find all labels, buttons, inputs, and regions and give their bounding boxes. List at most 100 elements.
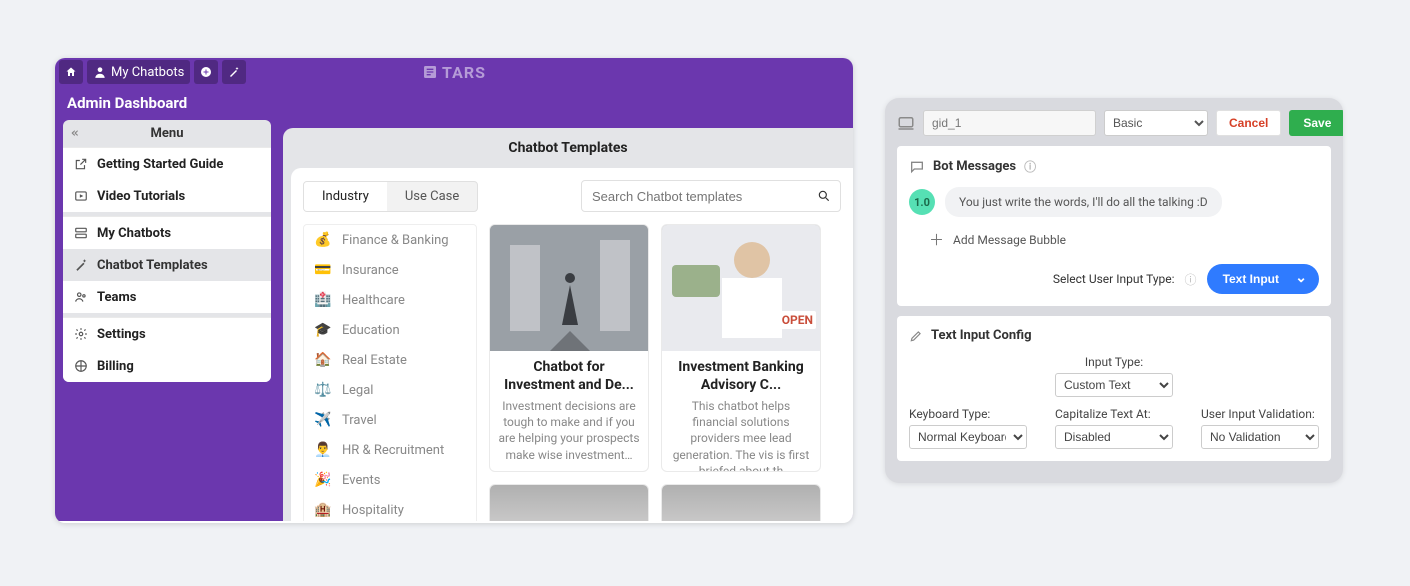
- card-image: [490, 225, 648, 351]
- sidebar-label: Getting Started Guide: [97, 157, 223, 172]
- info-icon[interactable]: ⓘ: [1024, 158, 1036, 175]
- my-chatbots-header-button[interactable]: My Chatbots: [87, 60, 190, 84]
- search-input[interactable]: [582, 189, 808, 204]
- sidebar-label: Billing: [97, 359, 134, 374]
- cat-healthcare[interactable]: 🏥Healthcare: [304, 285, 476, 315]
- sidebar: « Menu Getting Started Guide Vid: [63, 120, 271, 521]
- tars-header: My Chatbots TARS: [55, 58, 853, 86]
- new-button[interactable]: [194, 60, 218, 84]
- info-icon[interactable]: ⓘ: [1185, 271, 1197, 288]
- add-message-label: Add Message Bubble: [953, 233, 1066, 247]
- save-button[interactable]: Save: [1289, 110, 1343, 136]
- sidebar-item-getting-started[interactable]: Getting Started Guide: [63, 148, 271, 180]
- external-link-icon: [73, 156, 89, 172]
- cat-label: Insurance: [342, 263, 399, 278]
- card-image: [490, 485, 648, 521]
- sidebar-label: My Chatbots: [97, 226, 171, 241]
- sidebar-menu: « Menu Getting Started Guide Vid: [63, 120, 271, 382]
- card-header: Bot Messages ⓘ: [909, 158, 1319, 175]
- tab-industry[interactable]: Industry: [304, 182, 387, 211]
- emoji-icon: ✈️: [314, 412, 332, 428]
- sidebar-item-video-tutorials[interactable]: Video Tutorials: [63, 180, 271, 212]
- cat-insurance[interactable]: 💳 Insurance: [304, 255, 476, 285]
- sidebar-label: Teams: [97, 290, 136, 305]
- cat-label: Real Estate: [342, 353, 407, 368]
- emoji-icon: 💳: [314, 262, 332, 278]
- template-card[interactable]: Chatbot for Investment and De... Investm…: [489, 224, 649, 472]
- template-card[interactable]: [661, 484, 821, 521]
- emoji-icon: 🎉: [314, 472, 332, 488]
- cat-events[interactable]: 🎉Events: [304, 465, 476, 495]
- bot-config-panel: Basic Cancel Save Bot Messages ⓘ 1.0 You…: [885, 98, 1343, 483]
- cat-finance[interactable]: 💰Finance & Banking: [304, 225, 476, 255]
- add-message-bubble[interactable]: ＋ Add Message Bubble: [929, 229, 1319, 250]
- template-cards: Chatbot for Investment and De... Investm…: [489, 224, 841, 521]
- home-button[interactable]: [59, 60, 83, 84]
- billing-icon: [73, 358, 89, 374]
- logo-icon: [422, 64, 438, 80]
- sidebar-menu-title: Menu: [151, 126, 184, 141]
- tab-use-case[interactable]: Use Case: [387, 182, 477, 211]
- emoji-icon: 🎓: [314, 322, 332, 338]
- cat-hr[interactable]: 👨‍💼HR & Recruitment: [304, 435, 476, 465]
- plus-icon: ＋: [929, 229, 943, 250]
- card-title: Text Input Config: [931, 328, 1032, 343]
- search-icon[interactable]: [808, 189, 840, 203]
- input-type-label: Input Type:: [909, 355, 1319, 369]
- cat-hospitality[interactable]: 🏨Hospitality: [304, 495, 476, 521]
- sidebar-item-my-chatbots[interactable]: My Chatbots: [63, 217, 271, 249]
- bot-messages-card: Bot Messages ⓘ 1.0 You just write the wo…: [897, 146, 1331, 306]
- bot-icon: [93, 65, 107, 79]
- main-area: Chatbot Templates Industry Use Case: [283, 128, 853, 521]
- select-uit-label: Select User Input Type:: [1053, 272, 1175, 286]
- cat-realestate[interactable]: 🏠 Real Estate: [304, 345, 476, 375]
- card-image: [662, 485, 820, 521]
- search-box[interactable]: [581, 180, 841, 212]
- user-input-type-select[interactable]: Text Input: [1207, 264, 1319, 294]
- card-image: OPEN: [662, 225, 820, 351]
- card-desc: Investment decisions are tough to make a…: [490, 396, 648, 471]
- card-title: Investment Banking Advisory C...: [662, 351, 820, 396]
- sidebar-item-teams[interactable]: Teams: [63, 281, 271, 313]
- cat-travel[interactable]: ✈️ Travel: [304, 405, 476, 435]
- cat-label: Travel: [342, 413, 377, 428]
- message-bubble[interactable]: You just write the words, I'll do all th…: [945, 187, 1222, 217]
- cat-label: Healthcare: [342, 293, 405, 308]
- emoji-icon: 👨‍💼: [314, 442, 332, 458]
- magic-wand-button[interactable]: [222, 60, 246, 84]
- sidebar-label: Settings: [97, 327, 146, 342]
- text-input-config-card: Text Input Config Input Type: Custom Tex…: [897, 316, 1331, 461]
- user-input-type-row: Select User Input Type: ⓘ Text Input: [909, 264, 1319, 294]
- keyboard-type-select[interactable]: Normal Keyboard: [909, 425, 1027, 449]
- message-index-badge: 1.0: [909, 189, 935, 215]
- main-panel: Industry Use Case 💰Finance & Banking: [291, 168, 853, 521]
- play-icon: [73, 188, 89, 204]
- config-topbar: Basic Cancel Save: [897, 110, 1331, 136]
- card-desc: This chatbot helps financial solutions p…: [662, 396, 820, 472]
- cancel-button[interactable]: Cancel: [1216, 110, 1281, 136]
- validation-select[interactable]: No Validation: [1201, 425, 1319, 449]
- stairs-illustration-icon: [490, 225, 648, 351]
- sidebar-item-billing[interactable]: Billing: [63, 350, 271, 382]
- sidebar-item-chatbot-templates[interactable]: Chatbot Templates: [63, 249, 271, 281]
- sidebar-menu-header: « Menu: [63, 120, 271, 147]
- card-title: Chatbot for Investment and De...: [490, 351, 648, 396]
- sidebar-label: Chatbot Templates: [97, 258, 208, 273]
- sidebar-label: Video Tutorials: [97, 189, 185, 204]
- cat-legal[interactable]: ⚖️Legal: [304, 375, 476, 405]
- category-list: 💰Finance & Banking 💳 Insurance 🏥Healthcar…: [303, 224, 477, 521]
- my-chatbots-label: My Chatbots: [111, 65, 184, 80]
- emoji-icon: 🏠: [314, 352, 332, 368]
- gambit-name-input[interactable]: [923, 110, 1096, 136]
- cat-education[interactable]: 🎓Education: [304, 315, 476, 345]
- tars-body: « Menu Getting Started Guide Vid: [55, 120, 853, 521]
- gambit-type-select[interactable]: Basic: [1104, 110, 1208, 136]
- input-type-select[interactable]: Custom Text: [1055, 373, 1173, 397]
- main-toolbar: Industry Use Case: [303, 180, 841, 212]
- capitalize-select[interactable]: Disabled: [1055, 425, 1173, 449]
- server-icon: [73, 225, 89, 241]
- template-card[interactable]: [489, 484, 649, 521]
- template-card[interactable]: OPEN Investment Banking Advisory C... Th…: [661, 224, 821, 472]
- sidebar-item-settings[interactable]: Settings: [63, 318, 271, 350]
- collapse-icon[interactable]: «: [71, 126, 79, 141]
